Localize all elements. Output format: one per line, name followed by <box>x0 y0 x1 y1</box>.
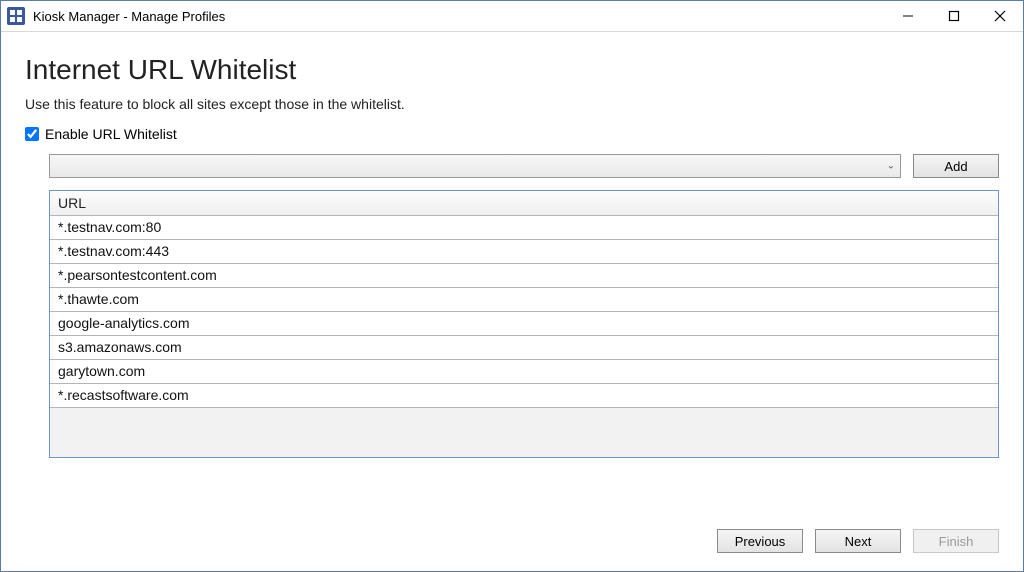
app-window: Kiosk Manager - Manage Profiles Internet… <box>0 0 1024 572</box>
table-row[interactable]: *.testnav.com:80 <box>50 216 998 240</box>
titlebar: Kiosk Manager - Manage Profiles <box>1 1 1023 32</box>
app-icon <box>7 7 25 25</box>
window-controls <box>885 1 1023 31</box>
url-grid: URL *.testnav.com:80*.testnav.com:443*.p… <box>49 190 999 458</box>
minimize-button[interactable] <box>885 1 931 31</box>
table-row[interactable]: s3.amazonaws.com <box>50 336 998 360</box>
grid-body: *.testnav.com:80*.testnav.com:443*.pears… <box>50 216 998 457</box>
previous-button[interactable]: Previous <box>717 529 803 553</box>
add-button[interactable]: Add <box>913 154 999 178</box>
finish-button[interactable]: Finish <box>913 529 999 553</box>
table-row[interactable]: *.thawte.com <box>50 288 998 312</box>
table-row[interactable]: garytown.com <box>50 360 998 384</box>
table-row[interactable]: *.recastsoftware.com <box>50 384 998 408</box>
whitelist-block: ⌄ Add URL *.testnav.com:80*.testnav.com:… <box>25 154 999 458</box>
table-row[interactable]: *.testnav.com:443 <box>50 240 998 264</box>
grid-column-header[interactable]: URL <box>50 191 998 216</box>
add-url-row: ⌄ Add <box>49 154 999 178</box>
url-input[interactable] <box>49 154 901 178</box>
close-button[interactable] <box>977 1 1023 31</box>
next-button[interactable]: Next <box>815 529 901 553</box>
enable-whitelist-checkbox[interactable] <box>25 127 39 141</box>
page-subtitle: Use this feature to block all sites exce… <box>25 96 999 112</box>
page-title: Internet URL Whitelist <box>25 54 999 86</box>
table-row[interactable]: *.pearsontestcontent.com <box>50 264 998 288</box>
window-title: Kiosk Manager - Manage Profiles <box>33 9 225 24</box>
table-row[interactable]: google-analytics.com <box>50 312 998 336</box>
url-combobox[interactable]: ⌄ <box>49 154 901 178</box>
content-area: Internet URL Whitelist Use this feature … <box>1 32 1023 515</box>
enable-whitelist-row[interactable]: Enable URL Whitelist <box>25 126 999 142</box>
enable-whitelist-label: Enable URL Whitelist <box>45 126 177 142</box>
wizard-footer: Previous Next Finish <box>1 515 1023 571</box>
maximize-button[interactable] <box>931 1 977 31</box>
